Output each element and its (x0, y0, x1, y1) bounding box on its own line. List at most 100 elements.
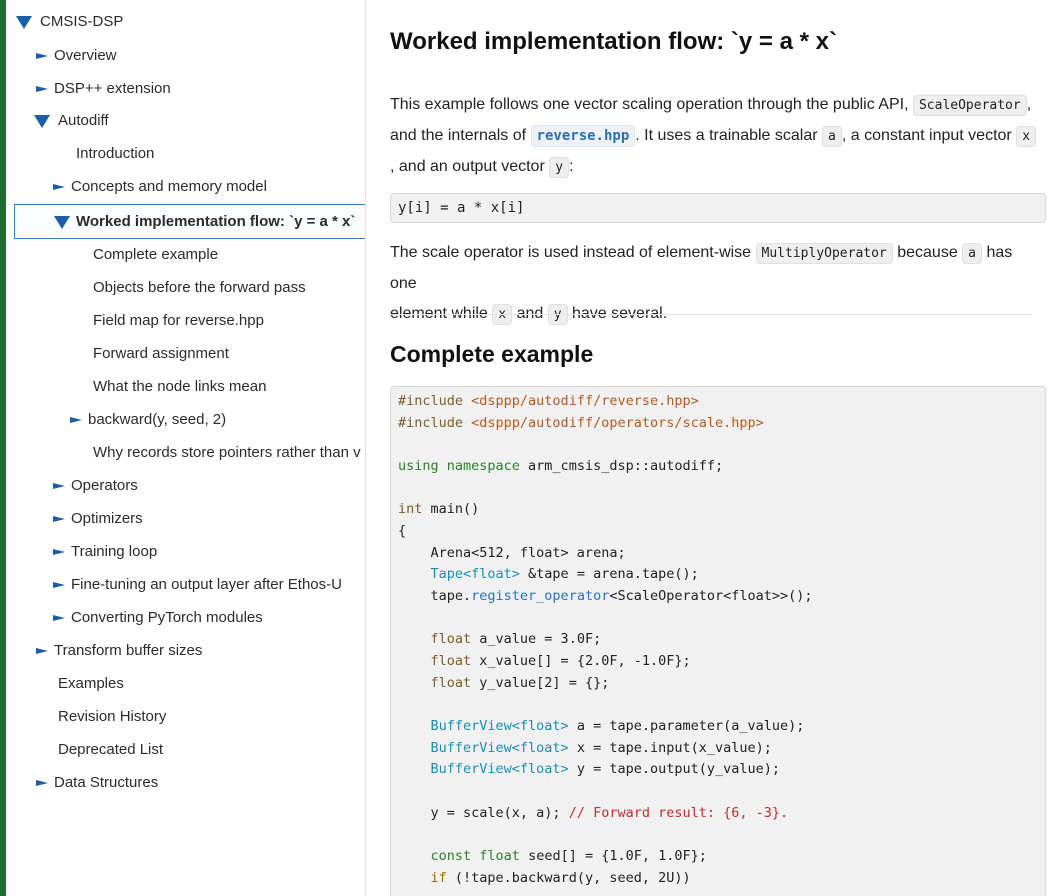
code-comment: // Forward result: {6, -3}. (568, 805, 789, 821)
nav-item-examples[interactable]: Examples (58, 667, 124, 700)
inline-code: a (822, 126, 842, 147)
collapsed-arrow-icon[interactable] (36, 780, 48, 786)
nav-item-training-loop[interactable]: Training loop (53, 535, 157, 568)
nav-item-label: Revision History (58, 708, 167, 725)
code-token: BufferView<float> (430, 761, 569, 777)
inline-code: ScaleOperator (912, 95, 1027, 116)
nav-item-operators[interactable]: Operators (53, 469, 138, 502)
code-token: <ScaleOperator<float>>(); (609, 588, 813, 604)
code-line: y = scale(x, a); // Forward result: {6, … (398, 805, 789, 821)
nav-item-label: backward(y, seed, 2) (88, 411, 227, 428)
collapsed-arrow-icon[interactable] (53, 582, 65, 588)
reverse-hpp-link[interactable]: reverse.hpp (530, 125, 636, 147)
code-token: <dsppp/autodiff/reverse.hpp> (471, 393, 699, 409)
code-token: #include (398, 393, 472, 409)
nav-item-label: Concepts and memory model (71, 178, 267, 195)
nav-item-cmsis-dsp[interactable]: CMSIS-DSP (16, 5, 123, 38)
code-token: #include (398, 415, 472, 431)
nav-item-fine-tuning[interactable]: Fine-tuning an output layer after Ethos-… (53, 568, 342, 601)
code-token: <dsppp/autodiff/operators/scale.hpp> (471, 415, 764, 431)
nav-item-objects-before-forward[interactable]: Objects before the forward pass (93, 271, 306, 304)
section-divider (390, 314, 1032, 315)
nav-item-transform-buffer-sizes[interactable]: Transform buffer sizes (36, 634, 202, 667)
code-token: register_operator (471, 588, 610, 604)
nav-item-concepts[interactable]: Concepts and memory model (53, 170, 267, 203)
code-line: BufferView<float> y = tape.output(y_valu… (398, 761, 781, 777)
nav-item-converting-pytorch[interactable]: Converting PyTorch modules (53, 601, 263, 634)
nav-item-label: Objects before the forward pass (93, 279, 306, 296)
nav-item-label: Complete example (93, 246, 219, 263)
collapsed-arrow-icon[interactable] (36, 86, 48, 92)
nav-item-introduction[interactable]: Introduction (76, 137, 154, 170)
code-token: tape. (398, 588, 472, 604)
inline-code: x (1016, 126, 1037, 147)
code-token: Arena<512, float> arena; (398, 545, 626, 561)
nav-item-revision-history[interactable]: Revision History (58, 700, 166, 733)
intro-text: and the internals of (390, 127, 527, 144)
code-token: namespace (438, 458, 520, 474)
code-token: float (430, 675, 472, 691)
nav-item-label: Examples (58, 675, 124, 692)
collapsed-arrow-icon[interactable] (53, 184, 65, 190)
nav-item-complete-example[interactable]: Complete example (93, 238, 218, 271)
code-token: int (398, 501, 423, 517)
code-block[interactable]: #include <dsppp/autodiff/reverse.hpp> #i… (390, 386, 1046, 896)
code-token: y_value[2] = {}; (471, 675, 610, 691)
main-content: Worked implementation flow: `y = a * x` … (366, 0, 1047, 896)
nav-item-data-structures[interactable]: Data Structures (36, 766, 158, 799)
para-text: because (897, 244, 958, 261)
code-token: x_value[] = {2.0F, -1.0F}; (471, 653, 691, 669)
nav-item-label: Worked implementation flow: `y = a * x` (76, 213, 356, 230)
collapsed-arrow-icon[interactable] (36, 53, 48, 59)
code-token: main() (422, 501, 480, 517)
nav-item-why-records-pointers[interactable]: Why records store pointers rather than v (93, 436, 361, 469)
intro-text: . It uses a trainable scalar (635, 127, 818, 144)
nav-item-label: Autodiff (58, 112, 109, 129)
code-token: (!tape.backward(y, seed, 2U)) (446, 870, 691, 886)
nav-item-field-map[interactable]: Field map for reverse.hpp (93, 304, 264, 337)
expanded-triangle-icon[interactable] (16, 16, 32, 29)
nav-item-label: DSP++ extension (54, 80, 171, 97)
nav-item-backward[interactable]: backward(y, seed, 2) (70, 403, 226, 436)
code-line: #include <dsppp/autodiff/reverse.hpp> (398, 393, 699, 409)
code-line: using namespace arm_cmsis_dsp::autodiff; (398, 458, 723, 474)
page-title: Worked implementation flow: `y = a * x` (390, 28, 837, 55)
nav-item-label: Fine-tuning an output layer after Ethos-… (71, 576, 342, 593)
collapsed-arrow-icon[interactable] (53, 483, 65, 489)
nav-item-label: What the node links mean (93, 378, 267, 395)
code-line: tape.register_operator<ScaleOperator<flo… (398, 588, 813, 604)
code-token: { (398, 523, 407, 539)
nav-item-node-links[interactable]: What the node links mean (93, 370, 266, 403)
nav-item-overview[interactable]: Overview (36, 39, 117, 72)
nav-item-forward-assignment[interactable]: Forward assignment (93, 337, 229, 370)
nav-item-dsppp-extension[interactable]: DSP++ extension (36, 72, 171, 105)
collapsed-arrow-icon[interactable] (70, 417, 82, 423)
nav-item-label: Deprecated List (58, 741, 164, 758)
nav-item-deprecated-list[interactable]: Deprecated List (58, 733, 163, 766)
collapsed-arrow-icon[interactable] (53, 549, 65, 555)
code-line: Arena<512, float> arena; (398, 545, 626, 561)
nav-item-autodiff[interactable]: Autodiff (34, 104, 109, 137)
nav-item-label: Transform buffer sizes (54, 642, 203, 659)
code-token: using (398, 458, 439, 474)
collapsed-arrow-icon[interactable] (53, 615, 65, 621)
code-line: float y_value[2] = {}; (398, 675, 610, 691)
code-token: arm_cmsis_dsp::autodiff; (519, 458, 724, 474)
code-line: const float seed[] = {1.0F, 1.0F}; (398, 848, 707, 864)
collapsed-arrow-icon[interactable] (53, 516, 65, 522)
nav-item-label: Overview (54, 47, 117, 64)
nav-item-label: Training loop (71, 543, 158, 560)
code-token: float (471, 848, 520, 864)
nav-item-optimizers[interactable]: Optimizers (53, 502, 143, 535)
nav-item-worked-implementation-flow[interactable]: Worked implementation flow: `y = a * x` (14, 204, 365, 239)
code-line: float x_value[] = {2.0F, -1.0F}; (398, 653, 691, 669)
expanded-triangle-icon[interactable] (34, 115, 50, 128)
collapsed-arrow-icon[interactable] (36, 648, 48, 654)
expanded-triangle-icon[interactable] (54, 216, 70, 229)
